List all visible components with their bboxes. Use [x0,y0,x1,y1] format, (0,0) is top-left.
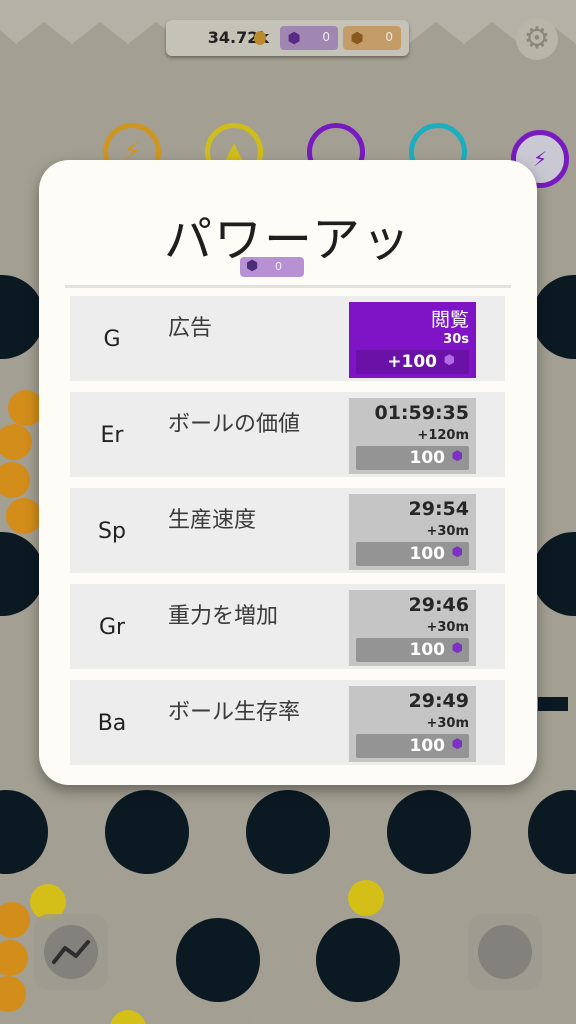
powerup-buy-button[interactable]: 29:49 +30m 100 ⬢ [349,686,476,762]
cost-value: 100 [409,448,446,468]
gem-icon: ⬢ [451,641,463,656]
powerup-dialog: パワーアッ ⬢ 0 G 広告 閲覧 30s +100 ⬢ Er ボールの価値 0… [39,160,537,785]
powerup-symbol: Sp [98,519,126,544]
gem-icon: ⬢ [451,449,463,464]
reward-value: +100 [387,352,437,372]
gem-icon: ⬢ [451,737,463,752]
timer-label: 29:54 [408,498,469,520]
powerup-row-ball-survival: Ba ボール生存率 29:49 +30m 100 ⬢ [70,680,505,765]
gem-balance-badge: ⬢ 0 [240,257,304,277]
watch-ad-button[interactable]: 閲覧 30s +100 ⬢ [349,302,476,378]
reward-pill: +100 ⬢ [356,350,469,374]
powerup-row-gravity: Gr 重力を増加 29:46 +30m 100 ⬢ [70,584,505,669]
gem-icon: ⬢ [246,258,259,274]
powerup-symbol: Er [100,423,124,448]
timer-label: 01:59:35 [374,402,469,424]
game-board: ⚡ ▲ ⚡ 34.72k ⬢ 0 ⬢ 0 ⚙ パワーアッ ⬢ 0 G 広告 閲覧… [0,0,576,1024]
powerup-name: 広告 [168,316,213,341]
duration-label: +120m [417,428,469,443]
powerup-symbol: Ba [97,711,127,736]
cost-pill: 100 ⬢ [356,734,469,758]
gem-icon: ⬢ [443,353,455,368]
powerup-name: 生産速度 [168,508,257,533]
cost-pill: 100 ⬢ [356,638,469,662]
timer-label: 29:46 [408,594,469,616]
divider [65,285,511,288]
duration-label: +30m [426,716,469,731]
duration-label: +30m [426,524,469,539]
powerup-buy-button[interactable]: 29:46 +30m 100 ⬢ [349,590,476,666]
powerup-row-ad: G 広告 閲覧 30s +100 ⬢ [70,296,505,381]
powerup-buy-button[interactable]: 29:54 +30m 100 ⬢ [349,494,476,570]
gem-balance: 0 [275,260,282,273]
powerup-name: 重力を増加 [168,604,279,629]
powerup-symbol: G [103,327,121,352]
powerup-symbol: Gr [98,615,126,640]
powerup-row-production-speed: Sp 生産速度 29:54 +30m 100 ⬢ [70,488,505,573]
cost-value: 100 [409,736,446,756]
watch-label: 閲覧 [430,309,469,331]
cost-pill: 100 ⬢ [356,446,469,470]
cost-value: 100 [409,640,446,660]
duration-label: +30m [426,620,469,635]
duration-label: 30s [443,332,469,347]
cost-pill: 100 ⬢ [356,542,469,566]
cost-value: 100 [409,544,446,564]
powerup-name: ボールの価値 [168,412,301,437]
gem-icon: ⬢ [451,545,463,560]
powerup-row-ball-value: Er ボールの価値 01:59:35 +120m 100 ⬢ [70,392,505,477]
timer-label: 29:49 [408,690,469,712]
powerup-buy-button[interactable]: 01:59:35 +120m 100 ⬢ [349,398,476,474]
powerup-name: ボール生存率 [168,700,301,725]
